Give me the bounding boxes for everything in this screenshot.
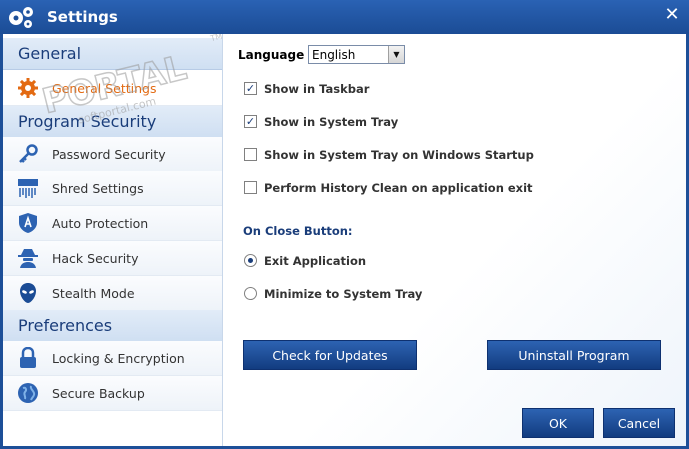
option-label: Show in Taskbar <box>264 82 370 96</box>
sidebar-item-label: Secure Backup <box>52 386 145 401</box>
client-area: General General Settings Program Securit… <box>3 34 686 446</box>
sidebar-item-stealth-mode[interactable]: Stealth Mode <box>3 276 222 311</box>
gears-icon <box>9 7 33 28</box>
sidebar-item-locking-encryption[interactable]: Locking & Encryption <box>3 341 222 376</box>
sidebar: General General Settings Program Securit… <box>3 34 223 446</box>
sidebar-item-label: General Settings <box>52 81 157 96</box>
show-in-system-tray-checkbox[interactable]: ✓ <box>244 115 257 128</box>
gear-icon <box>18 78 38 98</box>
history-clean-checkbox[interactable] <box>244 181 257 194</box>
chevron-down-icon[interactable]: ▼ <box>388 46 404 63</box>
sidebar-item-shred-settings[interactable]: Shred Settings <box>3 171 222 206</box>
sidebar-item-label: Shred Settings <box>52 181 144 196</box>
tray-on-startup-checkbox[interactable] <box>244 148 257 161</box>
sidebar-item-general-settings[interactable]: General Settings <box>3 71 222 106</box>
title-bar[interactable]: Settings ✕ <box>0 0 689 34</box>
language-label: Language <box>238 48 305 62</box>
sidebar-item-label: Locking & Encryption <box>52 351 185 366</box>
section-header-general: General <box>3 38 222 70</box>
on-close-heading: On Close Button: <box>243 224 353 238</box>
sidebar-item-label: Password Security <box>52 147 166 162</box>
alien-mask-icon <box>20 283 36 303</box>
lock-icon <box>20 347 36 368</box>
language-select-value: English <box>312 48 356 62</box>
cancel-button[interactable]: Cancel <box>603 408 675 438</box>
language-select[interactable]: English ▼ <box>308 45 405 64</box>
shield-icon <box>19 213 37 233</box>
settings-window: Settings ✕ General General Settings Prog… <box>0 0 689 449</box>
option-label: Minimize to System Tray <box>264 287 423 301</box>
section-header-program-security: Program Security <box>3 106 222 138</box>
show-in-taskbar-checkbox[interactable]: ✓ <box>244 82 257 95</box>
option-label: Show in System Tray on Windows Startup <box>264 148 534 162</box>
check-for-updates-button[interactable]: Check for Updates <box>243 340 417 370</box>
sidebar-item-secure-backup[interactable]: Secure Backup <box>3 376 222 411</box>
sidebar-item-hack-security[interactable]: Hack Security <box>3 241 222 276</box>
general-settings-panel: Language English ▼ ✓ Show in Taskbar ✓ S… <box>223 34 686 446</box>
minimize-to-tray-radio[interactable] <box>244 287 257 300</box>
shredder-icon <box>18 179 38 198</box>
sidebar-item-label: Hack Security <box>52 251 139 266</box>
key-icon <box>19 144 38 163</box>
section-header-preferences: Preferences <box>3 310 222 342</box>
option-label: Exit Application <box>264 254 367 268</box>
close-button[interactable]: ✕ <box>663 6 681 24</box>
sidebar-item-label: Stealth Mode <box>52 286 135 301</box>
window-title: Settings <box>47 8 118 26</box>
ok-button[interactable]: OK <box>522 408 594 438</box>
sidebar-item-password-security[interactable]: Password Security <box>3 137 222 172</box>
hacker-icon <box>18 249 38 268</box>
option-label: Show in System Tray <box>264 115 399 129</box>
option-label: Perform History Clean on application exi… <box>264 181 533 195</box>
uninstall-program-button[interactable]: Uninstall Program <box>487 340 661 370</box>
exit-application-radio[interactable] <box>244 254 257 267</box>
globe-icon <box>18 383 38 403</box>
sidebar-item-auto-protection[interactable]: Auto Protection <box>3 206 222 241</box>
sidebar-item-label: Auto Protection <box>52 216 149 231</box>
